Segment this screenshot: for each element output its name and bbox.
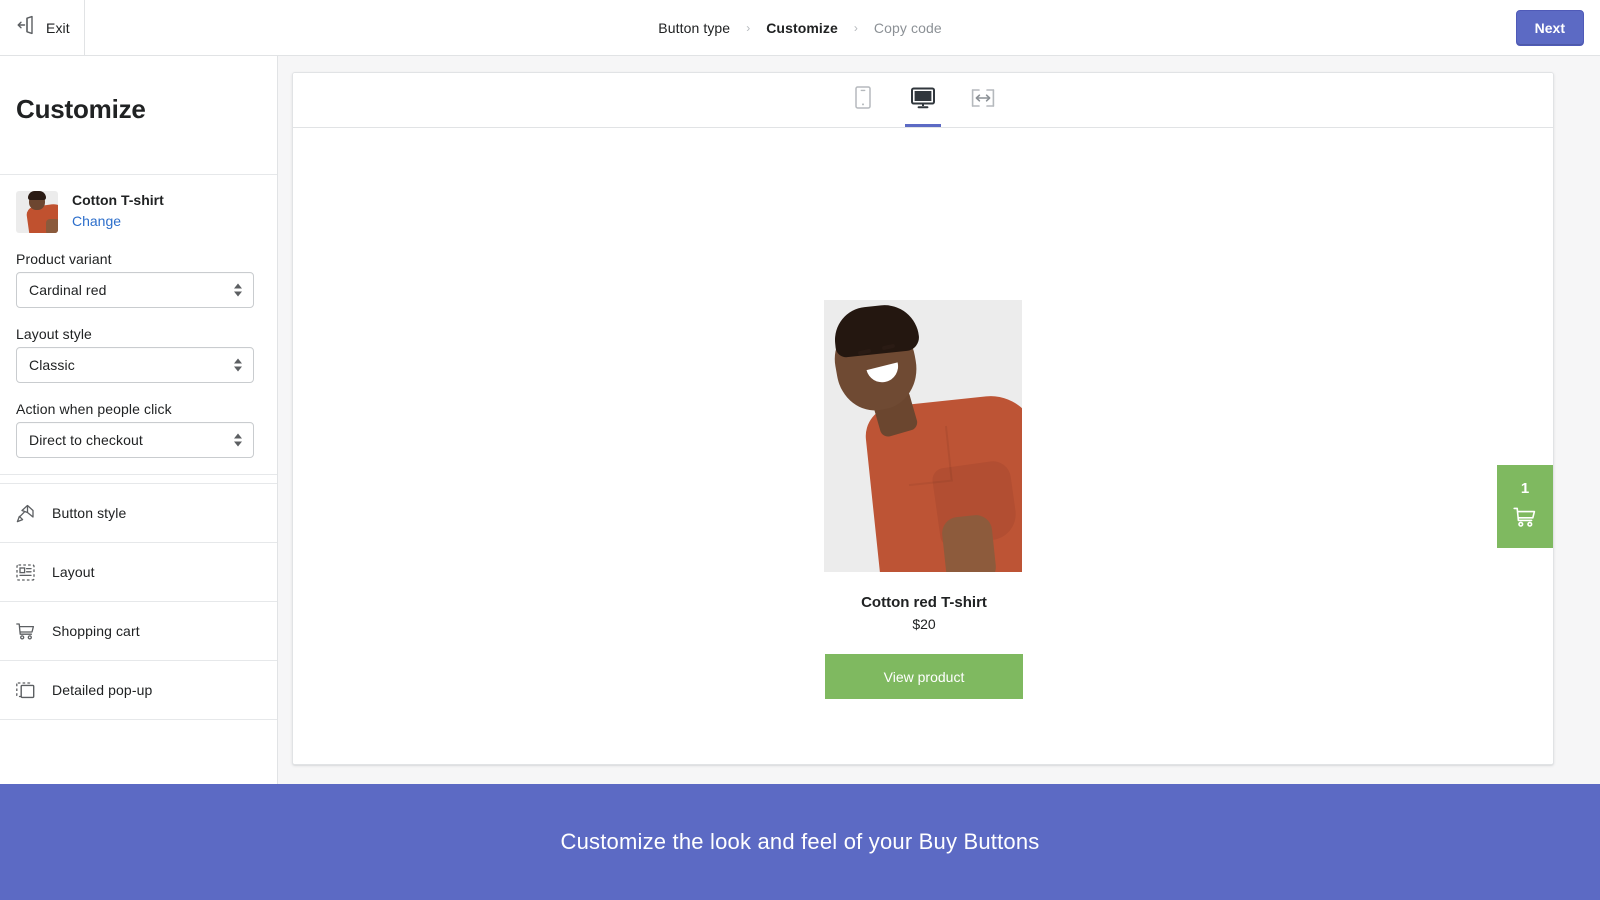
view-mode-toolbar xyxy=(293,73,1553,128)
page-title: Customize xyxy=(16,94,146,124)
breadcrumb-separator-1: › xyxy=(746,20,751,35)
preview-body: Cotton red T-shirt $20 View product 1 xyxy=(293,128,1553,764)
selected-product-row: Cotton T-shirt Change xyxy=(16,191,261,233)
layout-icon xyxy=(14,561,36,583)
chevron-updown-icon xyxy=(234,433,242,447)
layout-style-label: Layout style xyxy=(16,326,92,342)
paint-roller-icon xyxy=(14,502,36,524)
view-product-button[interactable]: View product xyxy=(825,654,1023,699)
view-mode-full-width[interactable] xyxy=(962,73,1004,127)
sidebar-item-layout[interactable]: Layout xyxy=(0,543,277,602)
buy-button-preview: Cotton red T-shirt $20 View product xyxy=(824,300,1024,699)
sidebar-item-shopping-cart[interactable]: Shopping cart xyxy=(0,602,277,661)
preview-product-price: $20 xyxy=(912,616,936,632)
product-settings-section: Cotton T-shirt Change Product variant Ca… xyxy=(0,175,277,474)
product-thumbnail xyxy=(16,191,58,233)
layout-style-value: Classic xyxy=(29,357,75,373)
preview-product-title: Cotton red T-shirt xyxy=(861,594,987,611)
shopping-cart-icon xyxy=(14,620,36,642)
click-action-select[interactable]: Direct to checkout xyxy=(16,422,254,458)
layout-style-select[interactable]: Classic xyxy=(16,347,254,383)
buy-button-customizer-app: Exit Button type › Customize › Copy code… xyxy=(0,0,1600,900)
cart-badge[interactable]: 1 xyxy=(1497,465,1553,548)
click-action-value: Direct to checkout xyxy=(29,432,143,448)
product-variant-field: Product variant Cardinal red xyxy=(16,251,261,308)
sidebar-item-label: Detailed pop-up xyxy=(52,682,153,698)
cart-count: 1 xyxy=(1520,479,1530,497)
sidebar-item-label: Shopping cart xyxy=(52,623,140,639)
breadcrumb-item-copy-code: Copy code xyxy=(873,19,942,36)
desktop-monitor-icon xyxy=(910,86,936,115)
sidebar-item-label: Button style xyxy=(52,505,127,521)
exit-door-icon xyxy=(16,15,36,40)
breadcrumb-item-button-type[interactable]: Button type xyxy=(658,20,730,36)
change-product-link[interactable]: Change xyxy=(72,210,164,232)
sidebar-item-label: Layout xyxy=(52,564,95,580)
product-variant-label: Product variant xyxy=(16,251,112,267)
preview-panel: Cotton red T-shirt $20 View product 1 xyxy=(292,72,1554,765)
product-variant-value: Cardinal red xyxy=(29,282,107,298)
mobile-icon xyxy=(852,85,874,116)
chevron-updown-icon xyxy=(234,358,242,372)
breadcrumb-separator-2: › xyxy=(853,20,858,35)
breadcrumb-item-customize[interactable]: Customize xyxy=(766,20,838,36)
exit-button[interactable]: Exit xyxy=(0,0,85,55)
popup-frame-icon xyxy=(14,679,36,701)
full-width-icon xyxy=(970,87,996,114)
bottom-banner: Customize the look and feel of your Buy … xyxy=(0,784,1600,900)
sidebar-section-gap xyxy=(0,474,277,484)
chevron-updown-icon xyxy=(234,283,242,297)
top-bar: Exit Button type › Customize › Copy code… xyxy=(0,0,1600,56)
banner-text: Customize the look and feel of your Buy … xyxy=(560,829,1040,854)
sidebar-item-button-style[interactable]: Button style xyxy=(0,484,277,543)
exit-label: Exit xyxy=(46,19,70,36)
breadcrumb: Button type › Customize › Copy code xyxy=(0,0,1600,55)
product-photo xyxy=(824,300,1022,572)
view-mode-desktop[interactable] xyxy=(902,73,944,127)
sidebar-item-detailed-popup[interactable]: Detailed pop-up xyxy=(0,661,277,720)
view-mode-mobile[interactable] xyxy=(842,73,884,127)
product-variant-select[interactable]: Cardinal red xyxy=(16,272,254,308)
shopping-cart-icon xyxy=(1512,505,1538,534)
sidebar: Customize Cotton T-shirt Change Product … xyxy=(0,56,278,784)
layout-style-field: Layout style Classic xyxy=(16,326,261,383)
product-name: Cotton T-shirt xyxy=(72,192,164,208)
next-button[interactable]: Next xyxy=(1515,10,1584,46)
click-action-label: Action when people click xyxy=(16,401,172,417)
click-action-field: Action when people click Direct to check… xyxy=(16,401,261,458)
